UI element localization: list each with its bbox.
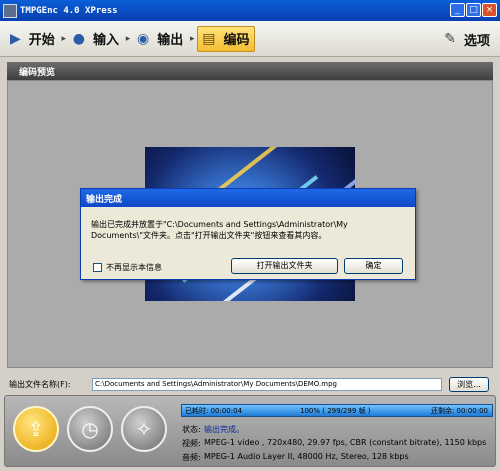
progress-percent: 100% ( 299/299 帧 ): [300, 406, 371, 415]
checkbox-label: 不再显示本信息: [106, 263, 162, 272]
options-button[interactable]: ✎ 选项: [440, 26, 494, 52]
output-filename-label: 输出文件名称(F):: [9, 379, 71, 389]
options-label: 选项: [463, 33, 490, 49]
status-row: 状态: 输出完成。: [182, 424, 244, 435]
video-value: MPEG-1 video , 720x480, 29.97 fps, CBR (…: [204, 438, 487, 447]
step-arrow-icon: ▸: [190, 33, 195, 44]
encode-control-panel: ⇪ ◷ ✧ 已耗时: 00:00:04 100% ( 299/299 帧 ) 还…: [4, 395, 496, 467]
app-icon: [3, 3, 17, 18]
start-label: 开始: [28, 33, 55, 48]
video-info-row: 视频: MPEG-1 video , 720x480, 29.97 fps, C…: [182, 438, 486, 449]
title-bar: TMPGEnc 4.0 XPress _ □ ×: [0, 0, 500, 21]
batch-button[interactable]: ✧: [121, 406, 167, 452]
elapsed-time: 已耗时: 00:00:04: [185, 406, 243, 415]
dialog-message: 输出已完成并放置于"C:\Documents and Settings\Admi…: [91, 220, 348, 240]
remaining-time: 还剩余: 00:00:00: [430, 406, 488, 415]
timer-button[interactable]: ◷: [67, 406, 113, 452]
dont-show-again-checkbox[interactable]: 不再显示本信息: [93, 262, 162, 273]
window-title: TMPGEnc 4.0 XPress: [20, 5, 118, 16]
encode-label: 编码: [223, 33, 250, 48]
section-title: 编码预览: [19, 68, 56, 78]
start-button[interactable]: ▶ 开始: [6, 26, 59, 52]
ok-button[interactable]: 确定: [344, 258, 403, 274]
wrench-icon: ✎: [444, 31, 456, 47]
input-button[interactable]: ● 输入: [69, 26, 123, 52]
minimize-icon[interactable]: _: [450, 3, 465, 17]
close-icon[interactable]: ×: [482, 3, 497, 17]
clock-icon: ◷: [81, 417, 99, 441]
main-toolbar: ▶ 开始 ▸ ● 输入 ▸ ◉ 输出 ▸ ▤ 编码 ✎ 选项: [0, 21, 500, 57]
step-arrow-icon: ▸: [61, 33, 67, 44]
dialog-title: 输出完成: [81, 189, 415, 207]
output-label: 输出: [157, 33, 184, 48]
video-key: 视频:: [182, 439, 201, 448]
start-output-button[interactable]: ⇪: [13, 406, 59, 452]
output-filename-field[interactable]: C:\Documents and Settings\Administrator\…: [92, 377, 442, 391]
window-controls: _ □ ×: [450, 3, 497, 17]
checkbox-box[interactable]: [93, 263, 102, 272]
encode-progress-bar: 已耗时: 00:00:04 100% ( 299/299 帧 ) 还剩余: 00…: [181, 404, 493, 417]
output-filename-row: 输出文件名称(F): C:\Documents and Settings\Adm…: [9, 376, 493, 392]
input-icon: ●: [72, 30, 86, 47]
maximize-icon[interactable]: □: [466, 3, 481, 17]
input-label: 输入: [93, 33, 120, 48]
audio-value: MPEG-1 Audio Layer II, 48000 Hz, Stereo,…: [204, 452, 409, 461]
encode-start-icon: ⇪: [27, 417, 45, 441]
step-arrow-icon: ▸: [125, 33, 131, 44]
status-value: 输出完成。: [204, 425, 244, 434]
audio-key: 音频:: [182, 453, 201, 462]
network-icon: ✧: [135, 417, 153, 441]
status-key: 状态:: [182, 425, 201, 434]
film-strip-icon: ▤: [202, 30, 216, 47]
browse-button[interactable]: 浏览...: [449, 376, 489, 392]
play-icon: ▶: [10, 30, 21, 47]
audio-info-row: 音频: MPEG-1 Audio Layer II, 48000 Hz, Ste…: [182, 452, 409, 463]
output-complete-dialog: 输出完成 输出已完成并放置于"C:\Documents and Settings…: [80, 188, 416, 280]
section-header: 编码预览: [7, 62, 493, 80]
encode-button[interactable]: ▤ 编码: [197, 25, 255, 52]
film-reel-icon: ◉: [137, 30, 150, 47]
open-output-folder-button[interactable]: 打开输出文件夹: [231, 258, 338, 274]
output-button[interactable]: ◉ 输出: [133, 26, 187, 52]
